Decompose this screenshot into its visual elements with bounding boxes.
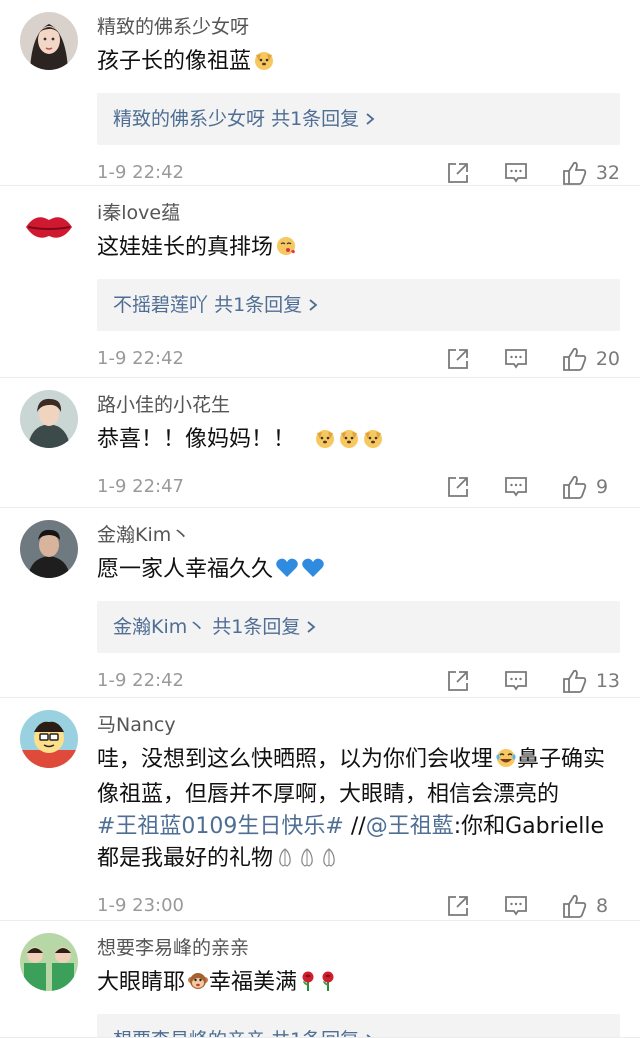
laugh-cry-emoji-icon [495, 747, 517, 779]
like-count: 13 [595, 670, 620, 692]
comment-text: 大眼睛耶 幸福美满 [97, 967, 620, 1002]
timestamp: 1-9 22:42 [97, 162, 184, 183]
comment-text: 恭喜！！像妈妈！！ [97, 424, 620, 459]
reply-summary[interactable]: 不摇碧莲吖 共1条回复 [97, 279, 620, 331]
chevron-right-icon [365, 108, 375, 130]
timestamp: 1-9 22:42 [97, 348, 184, 369]
timestamp: 1-9 22:42 [97, 670, 184, 691]
dog-emoji-icon [338, 427, 360, 459]
comment-text: 孩子长的像祖蓝 [97, 46, 620, 81]
dog-emoji-icon [314, 427, 336, 459]
share-icon[interactable] [446, 347, 470, 371]
timestamp: 1-9 22:47 [97, 476, 184, 497]
kiss-emoji-icon [275, 235, 297, 267]
comment-actions: 13 [446, 663, 620, 699]
username[interactable]: 想要李易峰的亲亲 [97, 935, 620, 961]
avatar[interactable] [20, 390, 78, 448]
comment-item: 马Nancy 哇，没想到这么快晒照，以为你们会收埋 鼻子确实像祖蓝，但唇并不厚啊，… [0, 698, 640, 921]
timestamp: 1-9 23:00 [97, 895, 184, 916]
monkey-emoji-icon [187, 970, 209, 1002]
avatar[interactable] [20, 12, 78, 70]
dog-emoji-icon [362, 427, 384, 459]
thumbs-up-icon[interactable] [562, 893, 588, 919]
prayer-emoji-icon [319, 846, 339, 878]
thumbs-up-icon[interactable] [562, 668, 588, 694]
comment-actions: 8 [446, 888, 620, 924]
avatar[interactable] [20, 520, 78, 578]
username[interactable]: 路小佳的小花生 [97, 392, 620, 418]
comment-icon[interactable] [504, 161, 528, 185]
prayer-emoji-icon [275, 846, 295, 878]
comment-item: 想要李易峰的亲亲 大眼睛耶幸福美满 想要李易峰的亲亲 共1条回复 [0, 921, 640, 1038]
thumbs-up-icon[interactable] [562, 160, 588, 186]
comment-icon[interactable] [504, 347, 528, 371]
dog-emoji-icon [253, 49, 275, 81]
comment-item: 路小佳的小花生 恭喜！！像妈妈！！ 1-9 22:47 9 [0, 378, 640, 508]
blue-heart-emoji-icon [275, 557, 299, 589]
like-count: 9 [596, 476, 609, 498]
username[interactable]: 马Nancy [97, 712, 620, 738]
share-icon[interactable] [446, 475, 470, 499]
chevron-right-icon [308, 294, 318, 316]
prayer-emoji-icon [297, 846, 317, 878]
comment-text: 愿一家人幸福久久 [97, 554, 620, 589]
reply-summary[interactable]: 想要李易峰的亲亲 共1条回复 [97, 1014, 620, 1037]
thumbs-up-icon[interactable] [562, 474, 588, 500]
share-icon[interactable] [446, 669, 470, 693]
comment-icon[interactable] [504, 894, 528, 918]
mention-link[interactable]: @王祖藍 [366, 814, 454, 839]
username[interactable]: 金瀚Kim丶 [97, 522, 620, 548]
comment-item: i秦love蕴 这娃娃长的真排场 不摇碧莲吖 共1条回复 1-9 22:42 2… [0, 186, 640, 378]
like-count: 8 [596, 895, 609, 917]
share-icon[interactable] [446, 894, 470, 918]
thumbs-up-icon[interactable] [562, 346, 588, 372]
like-count: 20 [595, 348, 620, 370]
chevron-right-icon [306, 616, 316, 638]
like-count: 32 [595, 162, 620, 184]
comment-text: 这娃娃长的真排场 [97, 232, 620, 267]
avatar[interactable] [20, 710, 78, 768]
rose-emoji-icon [319, 970, 337, 1002]
comment-item: 精致的佛系少女呀 孩子长的像祖蓝 精致的佛系少女呀 共1条回复 1-9 22:4… [0, 0, 640, 186]
avatar[interactable] [20, 198, 78, 256]
comment-text: 哇，没想到这么快晒照，以为你们会收埋 鼻子确实像祖蓝，但唇并不厚啊，大眼睛，相信会… [97, 744, 620, 878]
rose-emoji-icon [299, 970, 317, 1002]
reply-summary[interactable]: 金瀚Kim丶 共1条回复 [97, 601, 620, 653]
blue-heart-emoji-icon [301, 557, 325, 589]
reply-summary[interactable]: 精致的佛系少女呀 共1条回复 [97, 93, 620, 145]
username[interactable]: i秦love蕴 [97, 200, 620, 226]
avatar[interactable] [20, 933, 78, 991]
share-icon[interactable] [446, 161, 470, 185]
username[interactable]: 精致的佛系少女呀 [97, 14, 620, 40]
comment-icon[interactable] [504, 669, 528, 693]
comment-actions: 9 [446, 469, 620, 505]
comment-icon[interactable] [504, 475, 528, 499]
hashtag-link[interactable]: #王祖蓝0109生日快乐# [97, 814, 344, 839]
chevron-right-icon [365, 1029, 375, 1037]
comment-item: 金瀚Kim丶 愿一家人幸福久久 金瀚Kim丶 共1条回复 1-9 22:42 1… [0, 508, 640, 698]
comment-actions: 20 [446, 341, 620, 377]
